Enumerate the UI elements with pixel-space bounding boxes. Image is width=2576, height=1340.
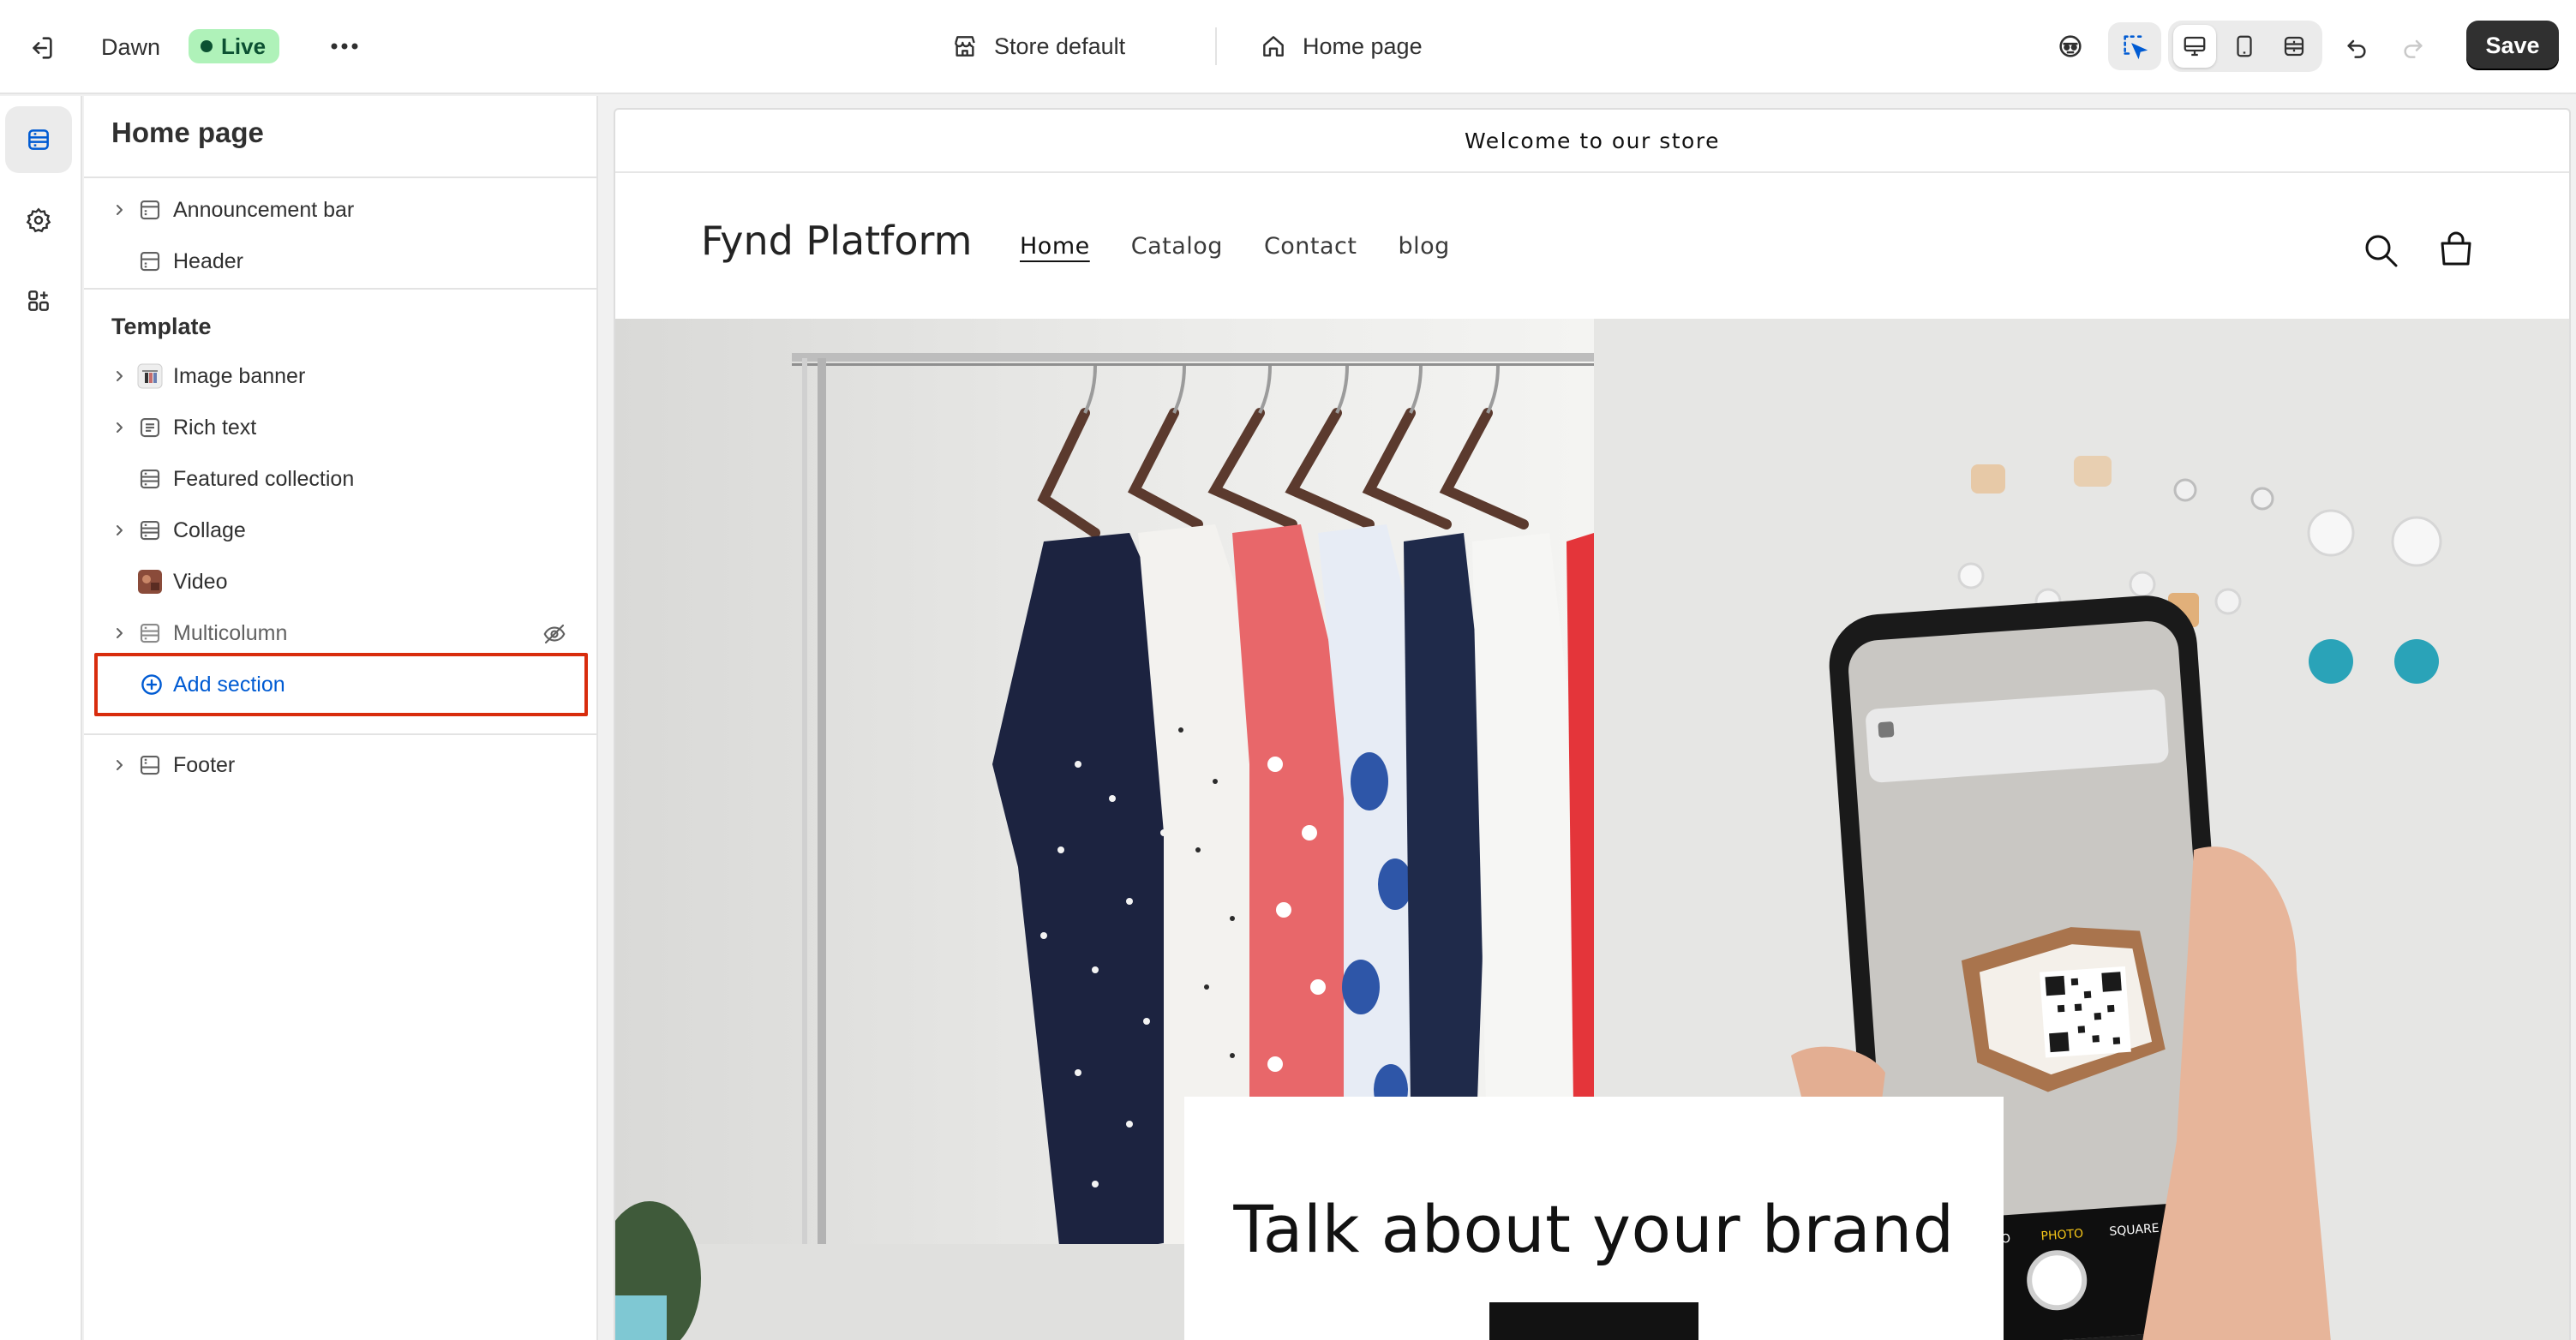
nav-link-catalog[interactable]: Catalog — [1131, 233, 1223, 260]
announcement-bar[interactable]: Welcome to our store — [615, 110, 2569, 173]
section-label: Footer — [173, 752, 236, 777]
chevron-right-icon[interactable] — [101, 758, 137, 772]
section-row-announcement-bar[interactable]: Announcement bar — [101, 187, 581, 233]
section-label: Featured collection — [173, 466, 355, 491]
market-label: Store default — [994, 33, 1126, 59]
page-selector[interactable]: Home page — [1260, 26, 1423, 67]
gear-icon — [26, 207, 51, 233]
desktop-preview-button[interactable] — [2173, 25, 2216, 68]
exit-icon — [33, 37, 52, 59]
apps-icon — [28, 290, 49, 311]
section-icon — [137, 742, 173, 788]
section-label: Video — [173, 569, 228, 594]
section-icon — [137, 238, 173, 284]
section-label: Collage — [173, 517, 246, 542]
section-label: Header — [173, 248, 243, 273]
sidebar-divider — [84, 288, 598, 290]
chevron-right-icon[interactable] — [101, 626, 137, 640]
sidebar-divider — [84, 733, 598, 735]
sidebar-divider — [84, 176, 598, 178]
nav-link-contact[interactable]: Contact — [1264, 233, 1357, 260]
banner-button[interactable] — [1489, 1302, 1698, 1340]
sections-icon — [28, 129, 49, 150]
chevron-right-icon[interactable] — [101, 523, 137, 537]
live-badge-label: Live — [221, 33, 267, 59]
undo-icon — [2347, 39, 2366, 58]
fullscreen-icon — [2284, 36, 2304, 57]
theme-name: Dawn — [101, 33, 161, 60]
exit-button[interactable] — [19, 26, 63, 70]
mobile-preview-button[interactable] — [2223, 25, 2266, 68]
store-logo[interactable]: Fynd Platform — [701, 218, 972, 264]
chevron-right-icon[interactable] — [101, 203, 137, 217]
add-section-label: Add section — [173, 672, 285, 697]
search-icon[interactable] — [2360, 230, 2401, 271]
editor-nav-rail — [0, 96, 82, 1340]
add-section-button[interactable]: Add section — [94, 653, 588, 716]
home-icon — [1263, 36, 1284, 57]
banner-heading[interactable]: Talk about your brand — [1184, 1191, 2004, 1267]
nav-link-home[interactable]: Home — [1020, 233, 1090, 260]
section-row-image-banner[interactable]: Image banner — [101, 353, 581, 399]
desktop-icon — [2184, 36, 2206, 57]
eye-hidden-icon[interactable] — [542, 621, 567, 651]
market-selector[interactable]: Store default — [951, 26, 1125, 67]
undo-button[interactable] — [2334, 26, 2379, 70]
nav-link-blog[interactable]: blog — [1398, 233, 1449, 260]
text-block-icon — [137, 404, 173, 451]
store-icon — [955, 36, 975, 57]
ellipsis-icon — [331, 43, 358, 50]
inspector-toggle[interactable] — [2108, 22, 2161, 70]
more-actions-button[interactable] — [324, 26, 365, 67]
section-row-multicolumn[interactable]: Multicolumn — [101, 610, 581, 656]
section-icon — [137, 507, 173, 553]
chevron-right-icon[interactable] — [101, 369, 137, 383]
section-row-featured-collection[interactable]: Featured collection — [101, 456, 581, 502]
template-group-label: Template — [111, 314, 212, 339]
page-label: Home page — [1303, 33, 1423, 59]
section-row-header[interactable]: Header — [101, 238, 581, 284]
sidebar-title: Home page — [111, 117, 264, 148]
store-header[interactable]: Fynd Platform Home Catalog Contact blog — [615, 175, 2569, 319]
section-label: Image banner — [173, 363, 306, 388]
image-banner[interactable]: PHOTO SQUARE VIDEO Talk about yo — [615, 319, 2569, 1340]
banner-content-box: Talk about your brand — [1184, 1097, 2004, 1340]
redo-icon — [2404, 39, 2423, 58]
store-preview-frame[interactable]: Welcome to our store Fynd Platform Home … — [614, 108, 2571, 1340]
sections-sidebar: Home page Announcement bar Header Templa… — [84, 96, 598, 1340]
image-banner-thumbnail — [137, 353, 173, 399]
section-label: Rich text — [173, 415, 257, 440]
section-label: Announcement bar — [173, 197, 355, 222]
section-icon — [137, 456, 173, 502]
chevron-right-icon[interactable] — [101, 421, 137, 434]
section-row-video[interactable]: Video — [101, 559, 581, 605]
section-label: Multicolumn — [173, 620, 288, 645]
section-row-collage[interactable]: Collage — [101, 507, 581, 553]
theme-settings-tab[interactable] — [5, 187, 72, 254]
store-nav: Home Catalog Contact blog — [1020, 233, 1450, 260]
topbar-divider — [1215, 27, 1217, 65]
sidekick-icon — [2059, 35, 2082, 57]
save-button[interactable]: Save — [2466, 21, 2559, 70]
editor-topbar: Dawn Live Store default Home page Save — [0, 0, 2576, 94]
mobile-icon — [2237, 35, 2252, 57]
apps-tab[interactable] — [5, 267, 72, 334]
sections-tab[interactable] — [5, 106, 72, 173]
fullscreen-preview-button[interactable] — [2273, 25, 2315, 68]
live-badge: Live — [189, 29, 280, 63]
section-icon — [137, 187, 173, 233]
section-icon — [137, 610, 173, 656]
cart-icon[interactable] — [2435, 230, 2477, 271]
plus-circle-icon — [141, 674, 162, 695]
inspector-icon — [2124, 35, 2148, 60]
video-thumbnail — [137, 559, 173, 605]
section-row-rich-text[interactable]: Rich text — [101, 404, 581, 451]
redo-button[interactable] — [2391, 26, 2435, 70]
section-row-footer[interactable]: Footer — [101, 742, 581, 788]
live-dot-icon — [201, 40, 213, 52]
sidekick-button[interactable] — [2048, 24, 2093, 69]
